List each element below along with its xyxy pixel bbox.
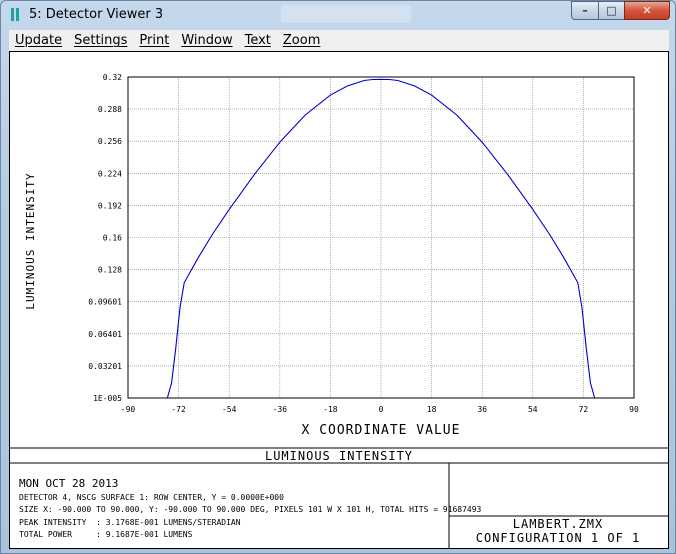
menu-settings[interactable]: Settings xyxy=(68,33,133,48)
file-name: LAMBERT.ZMX xyxy=(513,517,603,531)
app-icon xyxy=(11,8,19,21)
y-tick-label: 0.03201 xyxy=(88,362,122,371)
menu-print[interactable]: Print xyxy=(133,33,175,48)
y-tick-label: 0.16 xyxy=(103,234,122,243)
x-tick-label: 36 xyxy=(477,405,487,414)
x-tick-label: 90 xyxy=(629,405,639,414)
report-date: MON OCT 28 2013 xyxy=(19,477,119,490)
minimize-icon: – xyxy=(582,4,588,17)
tick-labels: -90 -72 -54 -36 -18 0 18 36 54 72 90 1E-005 0.03201 0… xyxy=(88,73,639,414)
y-axis-label: LUMINOUS INTENSITY xyxy=(24,172,37,309)
x-tick-label: 18 xyxy=(427,405,437,414)
plot-client-area: -90 -72 -54 -36 -18 0 18 36 54 72 90 1E-005 0.03201 0… xyxy=(9,51,669,549)
intensity-chart: -90 -72 -54 -36 -18 0 18 36 54 72 90 1E-005 0.03201 0… xyxy=(10,73,668,548)
report-total-power: TOTAL POWER : 9.1687E-001 LUMENS xyxy=(19,530,193,539)
configuration-label: CONFIGURATION 1 OF 1 xyxy=(476,531,641,545)
report-peak-intensity: PEAK INTENSITY : 3.1768E-001 LUMENS/STER… xyxy=(19,518,241,527)
title-bar[interactable]: 5: Detector Viewer 3 – □ ✕ xyxy=(1,1,675,29)
x-tick-label: 54 xyxy=(528,405,538,414)
menu-window[interactable]: Window xyxy=(175,33,238,48)
y-tick-label: 0.32 xyxy=(103,73,122,82)
close-button[interactable]: ✕ xyxy=(624,1,670,20)
report-detector-line: DETECTOR 4, NSCG SURFACE 1: ROW CENTER, … xyxy=(19,493,284,502)
x-tick-label: -90 xyxy=(121,405,136,414)
minimize-button[interactable]: – xyxy=(571,1,598,20)
grid-lines xyxy=(128,77,634,398)
y-tick-label: 0.256 xyxy=(98,137,122,146)
x-tick-label: -18 xyxy=(323,405,338,414)
window-title: 5: Detector Viewer 3 xyxy=(29,7,164,22)
y-tick-label: 0.06401 xyxy=(88,330,122,339)
panel-heading: LUMINOUS INTENSITY xyxy=(265,449,413,463)
caption-buttons: – □ ✕ xyxy=(571,1,670,21)
report-size-line: SIZE X: -90.000 TO 90.000, Y: -90.000 TO… xyxy=(19,505,482,514)
menu-zoom[interactable]: Zoom xyxy=(277,33,326,48)
y-tick-label: 0.288 xyxy=(98,105,122,114)
detector-viewer-window: 5: Detector Viewer 3 – □ ✕ Update Settin… xyxy=(0,0,676,554)
maximize-button[interactable]: □ xyxy=(598,1,624,20)
background-window-ghost xyxy=(281,5,411,23)
maximize-icon: □ xyxy=(606,4,617,17)
y-tick-label: 0.128 xyxy=(98,266,122,275)
menu-update[interactable]: Update xyxy=(9,33,68,48)
y-tick-label: 1E-005 xyxy=(93,394,122,403)
x-tick-label: -36 xyxy=(273,405,288,414)
menu-text[interactable]: Text xyxy=(239,33,277,48)
y-tick-label: 0.224 xyxy=(98,169,122,178)
y-tick-label: 0.192 xyxy=(98,201,122,210)
menu-bar: Update Settings Print Window Text Zoom xyxy=(9,30,669,51)
x-tick-label: 72 xyxy=(579,405,589,414)
x-tick-label: -54 xyxy=(222,405,237,414)
x-tick-label: 0 xyxy=(379,405,384,414)
x-tick-label: -72 xyxy=(171,405,186,414)
x-axis-label: X COORDINATE VALUE xyxy=(302,423,461,438)
y-tick-label: 0.09601 xyxy=(88,298,122,307)
close-icon: ✕ xyxy=(642,4,652,17)
